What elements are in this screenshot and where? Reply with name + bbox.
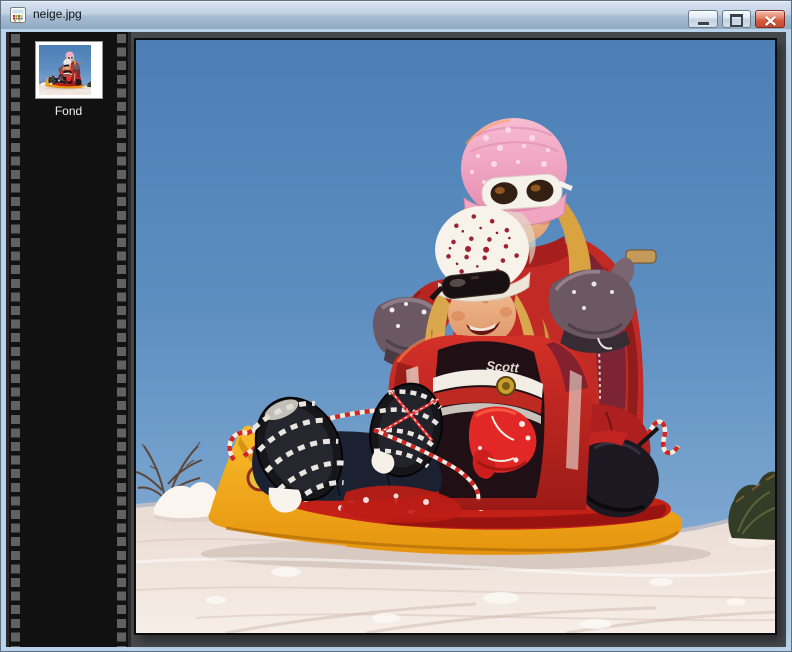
- film-sprockets-right: [117, 32, 126, 647]
- titlebar[interactable]: neige.jpg: [1, 1, 791, 29]
- close-button[interactable]: [755, 10, 785, 28]
- image-file-icon[interactable]: [10, 7, 26, 23]
- photo-scene: [136, 40, 775, 633]
- close-icon: [765, 16, 776, 26]
- maximize-button[interactable]: [722, 10, 751, 28]
- photo-canvas[interactable]: [134, 38, 777, 635]
- minimize-icon: [698, 22, 709, 25]
- thumbnail-label: Fond: [55, 104, 82, 118]
- window-controls: [688, 10, 785, 28]
- thumbnail-image: [39, 45, 91, 95]
- app-window: neige.jpg: [0, 0, 792, 652]
- window-content: Fond: [6, 32, 786, 647]
- film-sprockets-left: [11, 32, 20, 647]
- maximize-icon: [730, 14, 743, 27]
- image-viewer: [131, 32, 786, 647]
- filmstrip-panel: Fond: [6, 32, 131, 647]
- minimize-button[interactable]: [688, 10, 718, 28]
- thumbnail-item[interactable]: [35, 41, 103, 99]
- window-title: neige.jpg: [33, 1, 82, 28]
